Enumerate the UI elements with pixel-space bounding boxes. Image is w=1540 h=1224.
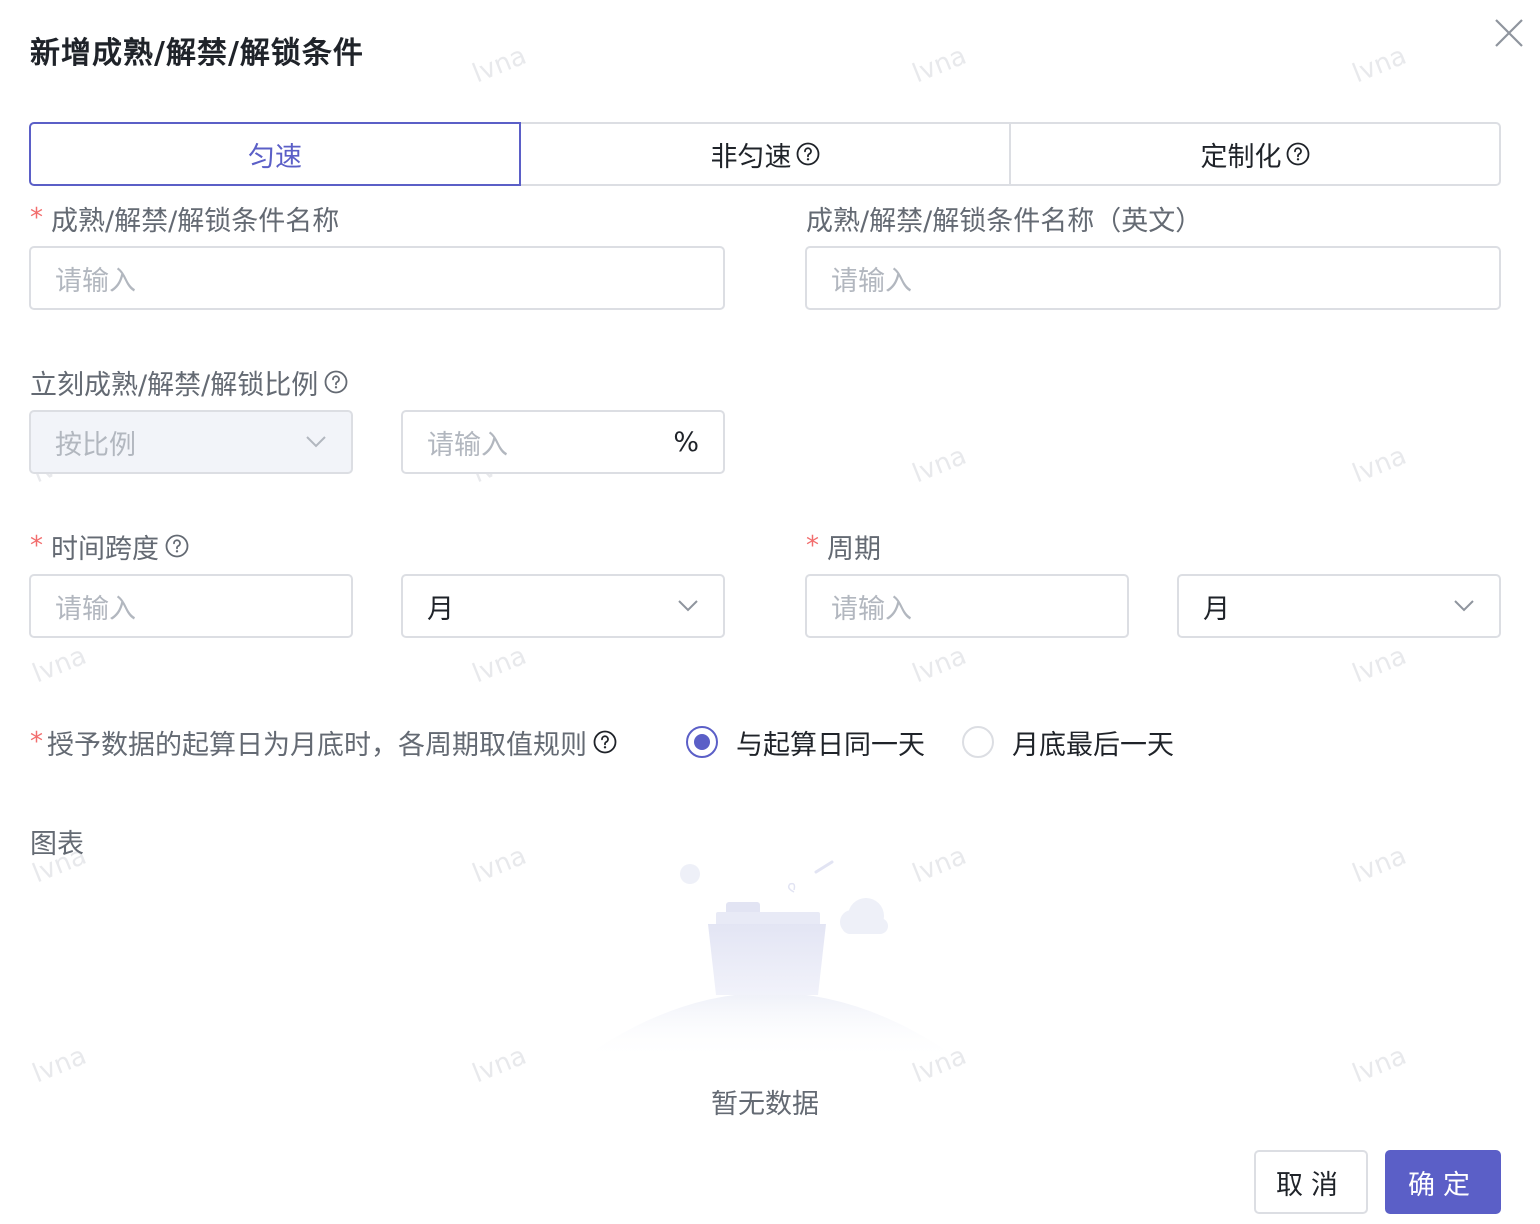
watermark: lvna <box>908 40 971 90</box>
mode-tabs: 匀速 非匀速 定制化 <box>29 122 1501 186</box>
watermark: lvna <box>1348 840 1411 890</box>
name-en-label: 成熟/解禁/解锁条件名称（英文） <box>806 205 1203 237</box>
watermark: lvna <box>468 840 531 890</box>
time-span-label: * 时间跨度 <box>30 528 189 565</box>
chevron-down-icon <box>306 436 326 448</box>
required-mark: * <box>806 531 819 561</box>
chevron-down-icon <box>1454 600 1474 612</box>
help-icon[interactable] <box>796 142 820 166</box>
watermark: lvna <box>468 40 531 90</box>
rule-label: * 授予数据的起算日为月底时，各周期取值规则 <box>30 722 617 762</box>
help-icon[interactable] <box>593 730 617 754</box>
time-span-unit-select[interactable]: 月 <box>401 574 725 638</box>
chevron-down-icon <box>678 600 698 612</box>
watermark: lvna <box>1348 40 1411 90</box>
dialog-title: 新增成熟/解禁/解锁条件 <box>30 36 364 71</box>
period-label: * 周期 <box>806 531 881 565</box>
period-input[interactable]: 请输入 <box>805 574 1129 638</box>
radio-unchecked[interactable] <box>962 726 994 758</box>
name-label: * 成熟/解禁/解锁条件名称 <box>30 203 340 237</box>
ratio-mode-select[interactable]: 按比例 <box>29 410 353 474</box>
help-icon[interactable] <box>324 370 348 394</box>
tab-label: 匀速 <box>248 141 302 173</box>
rule-option-month-end[interactable]: 月底最后一天 <box>962 724 1174 761</box>
watermark: lvna <box>1348 440 1411 490</box>
tab-label: 定制化 <box>1200 141 1282 173</box>
cancel-button[interactable]: 取消 <box>1254 1150 1368 1214</box>
empty-folder-illustration <box>580 860 960 1060</box>
ratio-input[interactable]: 请输入 % <box>401 410 725 474</box>
time-span-input[interactable]: 请输入 <box>29 574 353 638</box>
confirm-button[interactable]: 确定 <box>1385 1150 1501 1214</box>
required-mark: * <box>30 203 43 233</box>
chart-label: 图表 <box>30 828 84 860</box>
tab-non-uniform[interactable]: 非匀速 <box>521 122 1011 186</box>
radio-checked[interactable] <box>686 726 718 758</box>
watermark: lvna <box>908 640 971 690</box>
period-unit-select[interactable]: 月 <box>1177 574 1501 638</box>
watermark: lvna <box>28 640 91 690</box>
help-icon[interactable] <box>165 534 189 558</box>
percent-suffix: % <box>673 426 699 458</box>
watermark: lvna <box>468 640 531 690</box>
close-button[interactable] <box>1492 16 1526 50</box>
tab-uniform[interactable]: 匀速 <box>29 122 521 186</box>
name-input[interactable]: 请输入 <box>29 246 725 310</box>
ratio-label: 立刻成熟/解禁/解锁比例 <box>30 364 348 401</box>
watermark: lvna <box>908 440 971 490</box>
required-mark: * <box>30 727 43 757</box>
rule-option-same-day[interactable]: 与起算日同一天 <box>686 724 925 761</box>
watermark: lvna <box>1348 640 1411 690</box>
tab-label: 非匀速 <box>710 141 792 173</box>
close-icon <box>1495 19 1523 47</box>
empty-text: 暂无数据 <box>711 1089 819 1120</box>
tab-customized[interactable]: 定制化 <box>1011 122 1501 186</box>
required-mark: * <box>30 531 43 561</box>
help-icon[interactable] <box>1286 142 1310 166</box>
name-en-input[interactable]: 请输入 <box>805 246 1501 310</box>
